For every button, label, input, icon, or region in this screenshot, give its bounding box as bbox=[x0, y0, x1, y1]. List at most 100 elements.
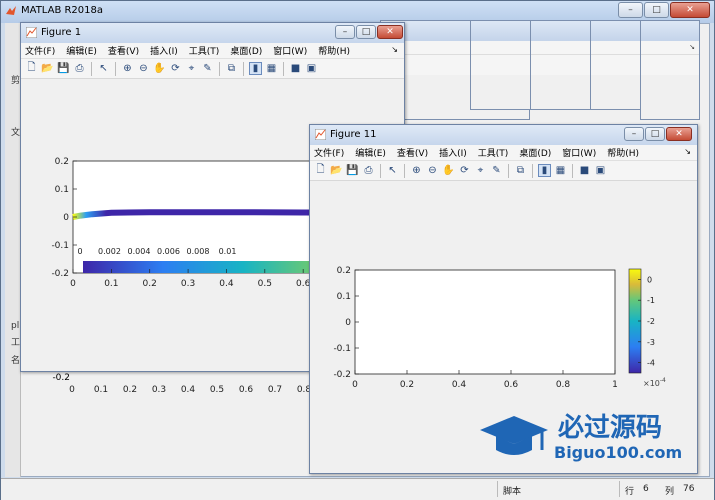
rotate-icon[interactable]: ⟳ bbox=[458, 164, 471, 177]
brush-icon[interactable]: ✎ bbox=[490, 164, 503, 177]
x-tick-label: 0.2 bbox=[123, 385, 137, 395]
menu-item[interactable]: 编辑(E) bbox=[355, 146, 386, 159]
open-icon[interactable]: 📂 bbox=[330, 164, 343, 177]
data-cursor-icon[interactable]: ⌖ bbox=[185, 62, 198, 75]
menu-item[interactable]: 查看(V) bbox=[397, 146, 428, 159]
zoom-out-icon[interactable]: ⊖ bbox=[426, 164, 439, 177]
x-tick-label: 0.5 bbox=[210, 385, 224, 395]
maximize-button[interactable]: □ bbox=[645, 127, 665, 141]
x-tick-label: 0.1 bbox=[94, 385, 108, 395]
status-row: 6 bbox=[643, 484, 649, 494]
link-plot-icon[interactable]: ⧉ bbox=[514, 164, 527, 177]
x-tick-label: 0.7 bbox=[268, 385, 282, 395]
pan-icon[interactable]: ✋ bbox=[153, 62, 166, 75]
y-tick-label: 0.1 bbox=[55, 185, 69, 195]
figure-1-title: Figure 1 bbox=[41, 27, 82, 38]
maximize-button[interactable]: □ bbox=[644, 2, 669, 18]
status-row-label: 行 bbox=[625, 487, 635, 497]
menu-item[interactable]: 窗口(W) bbox=[273, 44, 307, 57]
menu-item[interactable]: 编辑(E) bbox=[66, 44, 97, 57]
minimize-button[interactable]: – bbox=[618, 2, 643, 18]
figure-icon bbox=[26, 27, 37, 38]
strip-label-4: 工 bbox=[11, 338, 21, 348]
print-icon[interactable]: ⎙ bbox=[362, 164, 375, 177]
figure-1-titlebar[interactable]: Figure 1 – □ ✕ bbox=[21, 23, 404, 43]
close-button[interactable]: ✕ bbox=[377, 25, 403, 39]
minimize-button[interactable]: – bbox=[335, 25, 355, 39]
figure-1-menubar: 文件(F) 编辑(E) 查看(V) 插入(I) 工具(T) 桌面(D) 窗口(W) 帮助(H)… bbox=[21, 43, 404, 59]
open-icon[interactable]: 📂 bbox=[41, 62, 54, 75]
menu-item[interactable]: 桌面(D) bbox=[230, 44, 262, 57]
link-plot-icon[interactable]: ⧉ bbox=[225, 62, 238, 75]
status-script: 脚本 bbox=[503, 487, 522, 497]
hidden-ytick: -0.2 bbox=[52, 373, 70, 383]
rotate-icon[interactable]: ⟳ bbox=[169, 62, 182, 75]
menu-item[interactable]: 插入(I) bbox=[150, 44, 178, 57]
status-bar: 脚本 行 6 列 76 bbox=[1, 478, 714, 500]
menu-item[interactable]: 帮助(H) bbox=[318, 44, 350, 57]
legend-icon[interactable]: ▦ bbox=[554, 164, 567, 177]
x-tick-label: 0.2 bbox=[143, 279, 157, 289]
colorbar-tick-label: 0.004 bbox=[128, 247, 151, 256]
x-tick-label: 0.2 bbox=[400, 380, 414, 390]
y-tick-label: 0 bbox=[63, 213, 69, 223]
menu-item[interactable]: 工具(T) bbox=[478, 146, 509, 159]
close-button[interactable]: ✕ bbox=[670, 2, 710, 18]
hide-plot-tools-icon[interactable]: ■ bbox=[578, 164, 591, 177]
menu-item[interactable]: 查看(V) bbox=[108, 44, 139, 57]
figure-1-toolbar: 🗋 📂 💾 ⎙ ↖ ⊕ ⊖ ✋ ⟳ ⌖ ✎ ⧉ ▮ ▦ ■ ▣ bbox=[21, 59, 404, 79]
close-button[interactable]: ✕ bbox=[666, 127, 692, 141]
watermark-brand: 必过源码 bbox=[558, 413, 662, 443]
x-tick-label: 0.6 bbox=[504, 380, 519, 390]
figure-11-toolbar: 🗋 📂 💾 ⎙ ↖ ⊕ ⊖ ✋ ⟳ ⌖ ✎ ⧉ ▮ ▦ ■ ▣ bbox=[310, 161, 697, 181]
show-plot-tools-icon[interactable]: ▣ bbox=[305, 62, 318, 75]
minimize-button[interactable]: – bbox=[624, 127, 644, 141]
save-icon[interactable]: 💾 bbox=[57, 62, 70, 75]
save-icon[interactable]: 💾 bbox=[346, 164, 359, 177]
strip-label-1: 剪 bbox=[11, 76, 21, 86]
x-tick-label: 0.3 bbox=[152, 385, 166, 395]
pointer-icon[interactable]: ↖ bbox=[97, 62, 110, 75]
x-tick-label: 0.5 bbox=[258, 279, 272, 289]
status-col-label: 列 bbox=[665, 487, 675, 497]
x-tick-label: 0.4 bbox=[219, 279, 234, 289]
maximize-button[interactable]: □ bbox=[356, 25, 376, 39]
menu-item[interactable]: 插入(I) bbox=[439, 146, 467, 159]
data-cursor-icon[interactable]: ⌖ bbox=[474, 164, 487, 177]
menu-item[interactable]: 文件(F) bbox=[25, 44, 55, 57]
x-tick-label: 0 bbox=[70, 279, 76, 289]
menu-item[interactable]: 桌面(D) bbox=[519, 146, 551, 159]
menu-item[interactable]: 工具(T) bbox=[189, 44, 220, 57]
show-plot-tools-icon[interactable]: ▣ bbox=[594, 164, 607, 177]
zoom-out-icon[interactable]: ⊖ bbox=[137, 62, 150, 75]
figure-11-titlebar[interactable]: Figure 11 – □ ✕ bbox=[310, 125, 697, 145]
new-figure-icon[interactable]: 🗋 bbox=[314, 164, 327, 177]
graduation-cap-icon bbox=[480, 416, 548, 455]
menu-item[interactable]: 窗口(W) bbox=[562, 146, 596, 159]
x-tick-label: 0.1 bbox=[104, 279, 118, 289]
x-tick-label: 1 bbox=[612, 380, 618, 390]
strip-label-3: pl bbox=[11, 321, 20, 331]
x-tick-label: 0.6 bbox=[239, 385, 254, 395]
dock-arrow-icon[interactable]: ↘ bbox=[684, 147, 691, 156]
brush-icon[interactable]: ✎ bbox=[201, 62, 214, 75]
print-icon[interactable]: ⎙ bbox=[73, 62, 86, 75]
dock-arrow-icon[interactable]: ↘ bbox=[391, 45, 398, 54]
colorbar-icon[interactable]: ▮ bbox=[538, 164, 551, 177]
menu-item[interactable]: 帮助(H) bbox=[607, 146, 639, 159]
menu-item[interactable]: 文件(F) bbox=[314, 146, 344, 159]
new-figure-icon[interactable]: 🗋 bbox=[25, 62, 38, 75]
colorbar-icon[interactable]: ▮ bbox=[249, 62, 262, 75]
hide-plot-tools-icon[interactable]: ■ bbox=[289, 62, 302, 75]
legend-icon[interactable]: ▦ bbox=[265, 62, 278, 75]
zoom-in-icon[interactable]: ⊕ bbox=[121, 62, 134, 75]
y-tick-label: -0.2 bbox=[333, 370, 351, 380]
pointer-icon[interactable]: ↖ bbox=[386, 164, 399, 177]
colorbar-tick-label: -4 bbox=[647, 359, 655, 368]
left-panel-strip: 剪 文 pl 工 名 bbox=[5, 23, 21, 477]
colorbar-tick-label: 0.008 bbox=[187, 247, 210, 256]
pan-icon[interactable]: ✋ bbox=[442, 164, 455, 177]
background-figure-window[interactable]: ↘ bbox=[640, 20, 700, 120]
zoom-in-icon[interactable]: ⊕ bbox=[410, 164, 423, 177]
x-tick-label: 0 bbox=[352, 380, 358, 390]
